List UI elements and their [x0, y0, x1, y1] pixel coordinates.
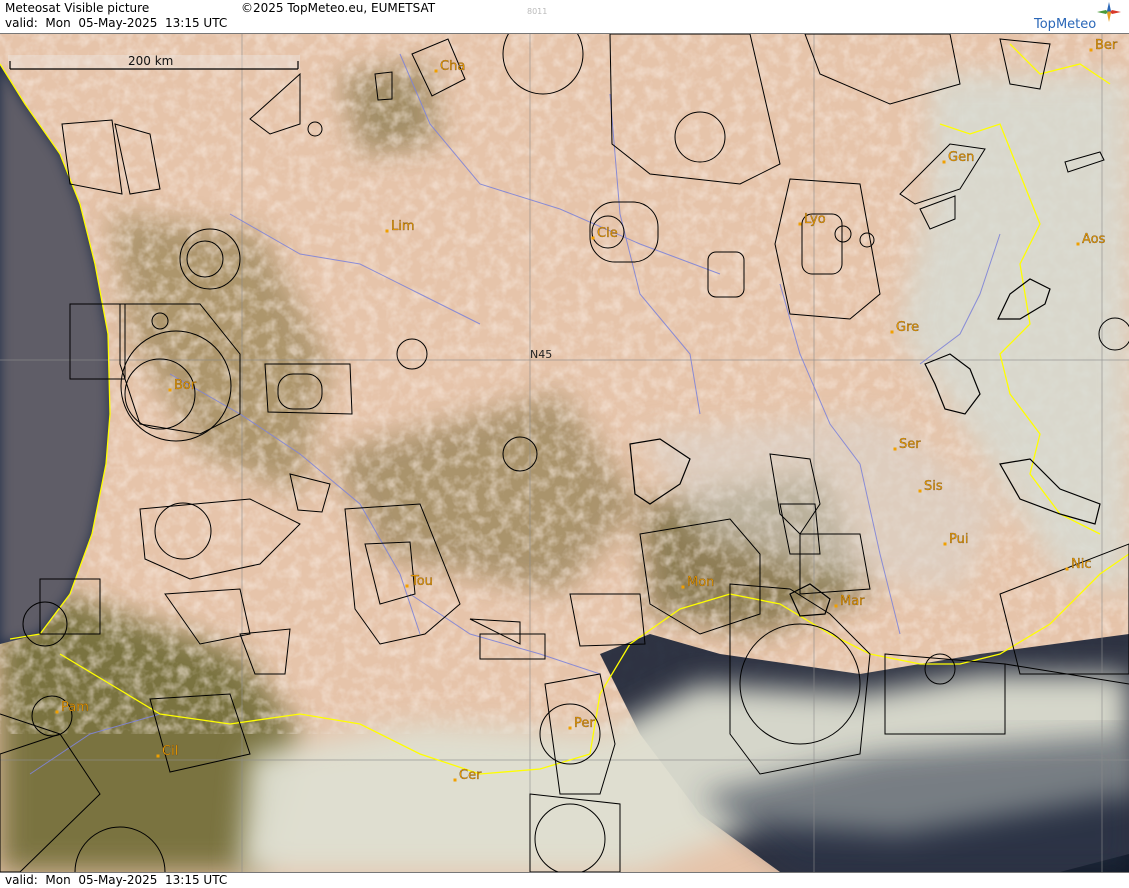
city-label-pui: Pui [949, 532, 968, 547]
city-marker-mon [681, 585, 685, 589]
city-label-cha: Cha [440, 59, 465, 74]
city-label-cle: Cle [597, 226, 618, 241]
satellite-map[interactable]: Cha Ber Gen Lim Cle Lyo Aos Gre Bor Ser Sis Pui Tou M… [0, 34, 1129, 872]
product-title: Meteosat Visible picture [5, 1, 150, 15]
footer-valid-time: valid: Mon 05-May-2025 13:15 UTC [5, 873, 228, 887]
footer-bar: valid: Mon 05-May-2025 13:15 UTC [0, 872, 1129, 888]
city-marker-bor [168, 388, 172, 392]
city-label-ber: Ber [1095, 38, 1118, 53]
copyright: ©2025 TopMeteo.eu, EUMETSAT [241, 1, 436, 15]
grid-label-n45: N45 [530, 348, 552, 361]
city-marker-per [568, 726, 572, 730]
city-label-tou: Tou [410, 574, 433, 589]
map-canvas: Cha Ber Gen Lim Cle Lyo Aos Gre Bor Ser Sis Pui Tou M… [0, 34, 1129, 872]
city-label-pam: Pam [61, 700, 89, 715]
city-marker-gre [890, 330, 894, 334]
city-label-cer: Cer [459, 768, 482, 783]
city-label-cil: Cil [162, 744, 178, 759]
city-marker-cle [591, 236, 595, 240]
city-marker-cer [453, 778, 457, 782]
city-label-mon: Mon [687, 575, 714, 590]
city-label-lim: Lim [391, 219, 415, 234]
image-code: 8011 [527, 7, 548, 16]
city-label-gre: Gre [896, 320, 919, 335]
city-label-per: Per [574, 716, 595, 731]
compass-logo-icon [1097, 2, 1121, 22]
city-marker-mar [834, 604, 838, 608]
city-label-bor: Bor [174, 378, 197, 393]
city-marker-ser [893, 447, 897, 451]
city-marker-cha [434, 69, 438, 73]
scale-bar-label: 200 km [128, 54, 173, 68]
city-marker-aos [1076, 242, 1080, 246]
city-label-aos: Aos [1082, 232, 1106, 247]
city-label-mar: Mar [840, 594, 865, 609]
city-label-sis: Sis [924, 479, 943, 494]
city-marker-pam [55, 710, 59, 714]
city-label-nic: Nic [1071, 557, 1091, 572]
city-marker-lyo [798, 222, 802, 226]
city-marker-nic [1065, 567, 1069, 571]
city-marker-tou [405, 584, 409, 588]
city-label-gen: Gen [948, 150, 974, 165]
city-marker-sis [918, 489, 922, 493]
city-marker-pui [943, 542, 947, 546]
topmeteo-logo[interactable]: TopMeteo [1034, 17, 1096, 32]
city-marker-lim [385, 229, 389, 233]
scale-bar: 200 km [8, 54, 300, 70]
header-bar: Meteosat Visible picture valid: Mon 05-M… [0, 0, 1129, 34]
city-marker-cil [156, 754, 160, 758]
valid-time: valid: Mon 05-May-2025 13:15 UTC [5, 16, 228, 30]
city-marker-gen [942, 160, 946, 164]
city-label-ser: Ser [899, 437, 921, 452]
city-marker-ber [1089, 48, 1093, 52]
city-label-lyo: Lyo [804, 212, 826, 227]
